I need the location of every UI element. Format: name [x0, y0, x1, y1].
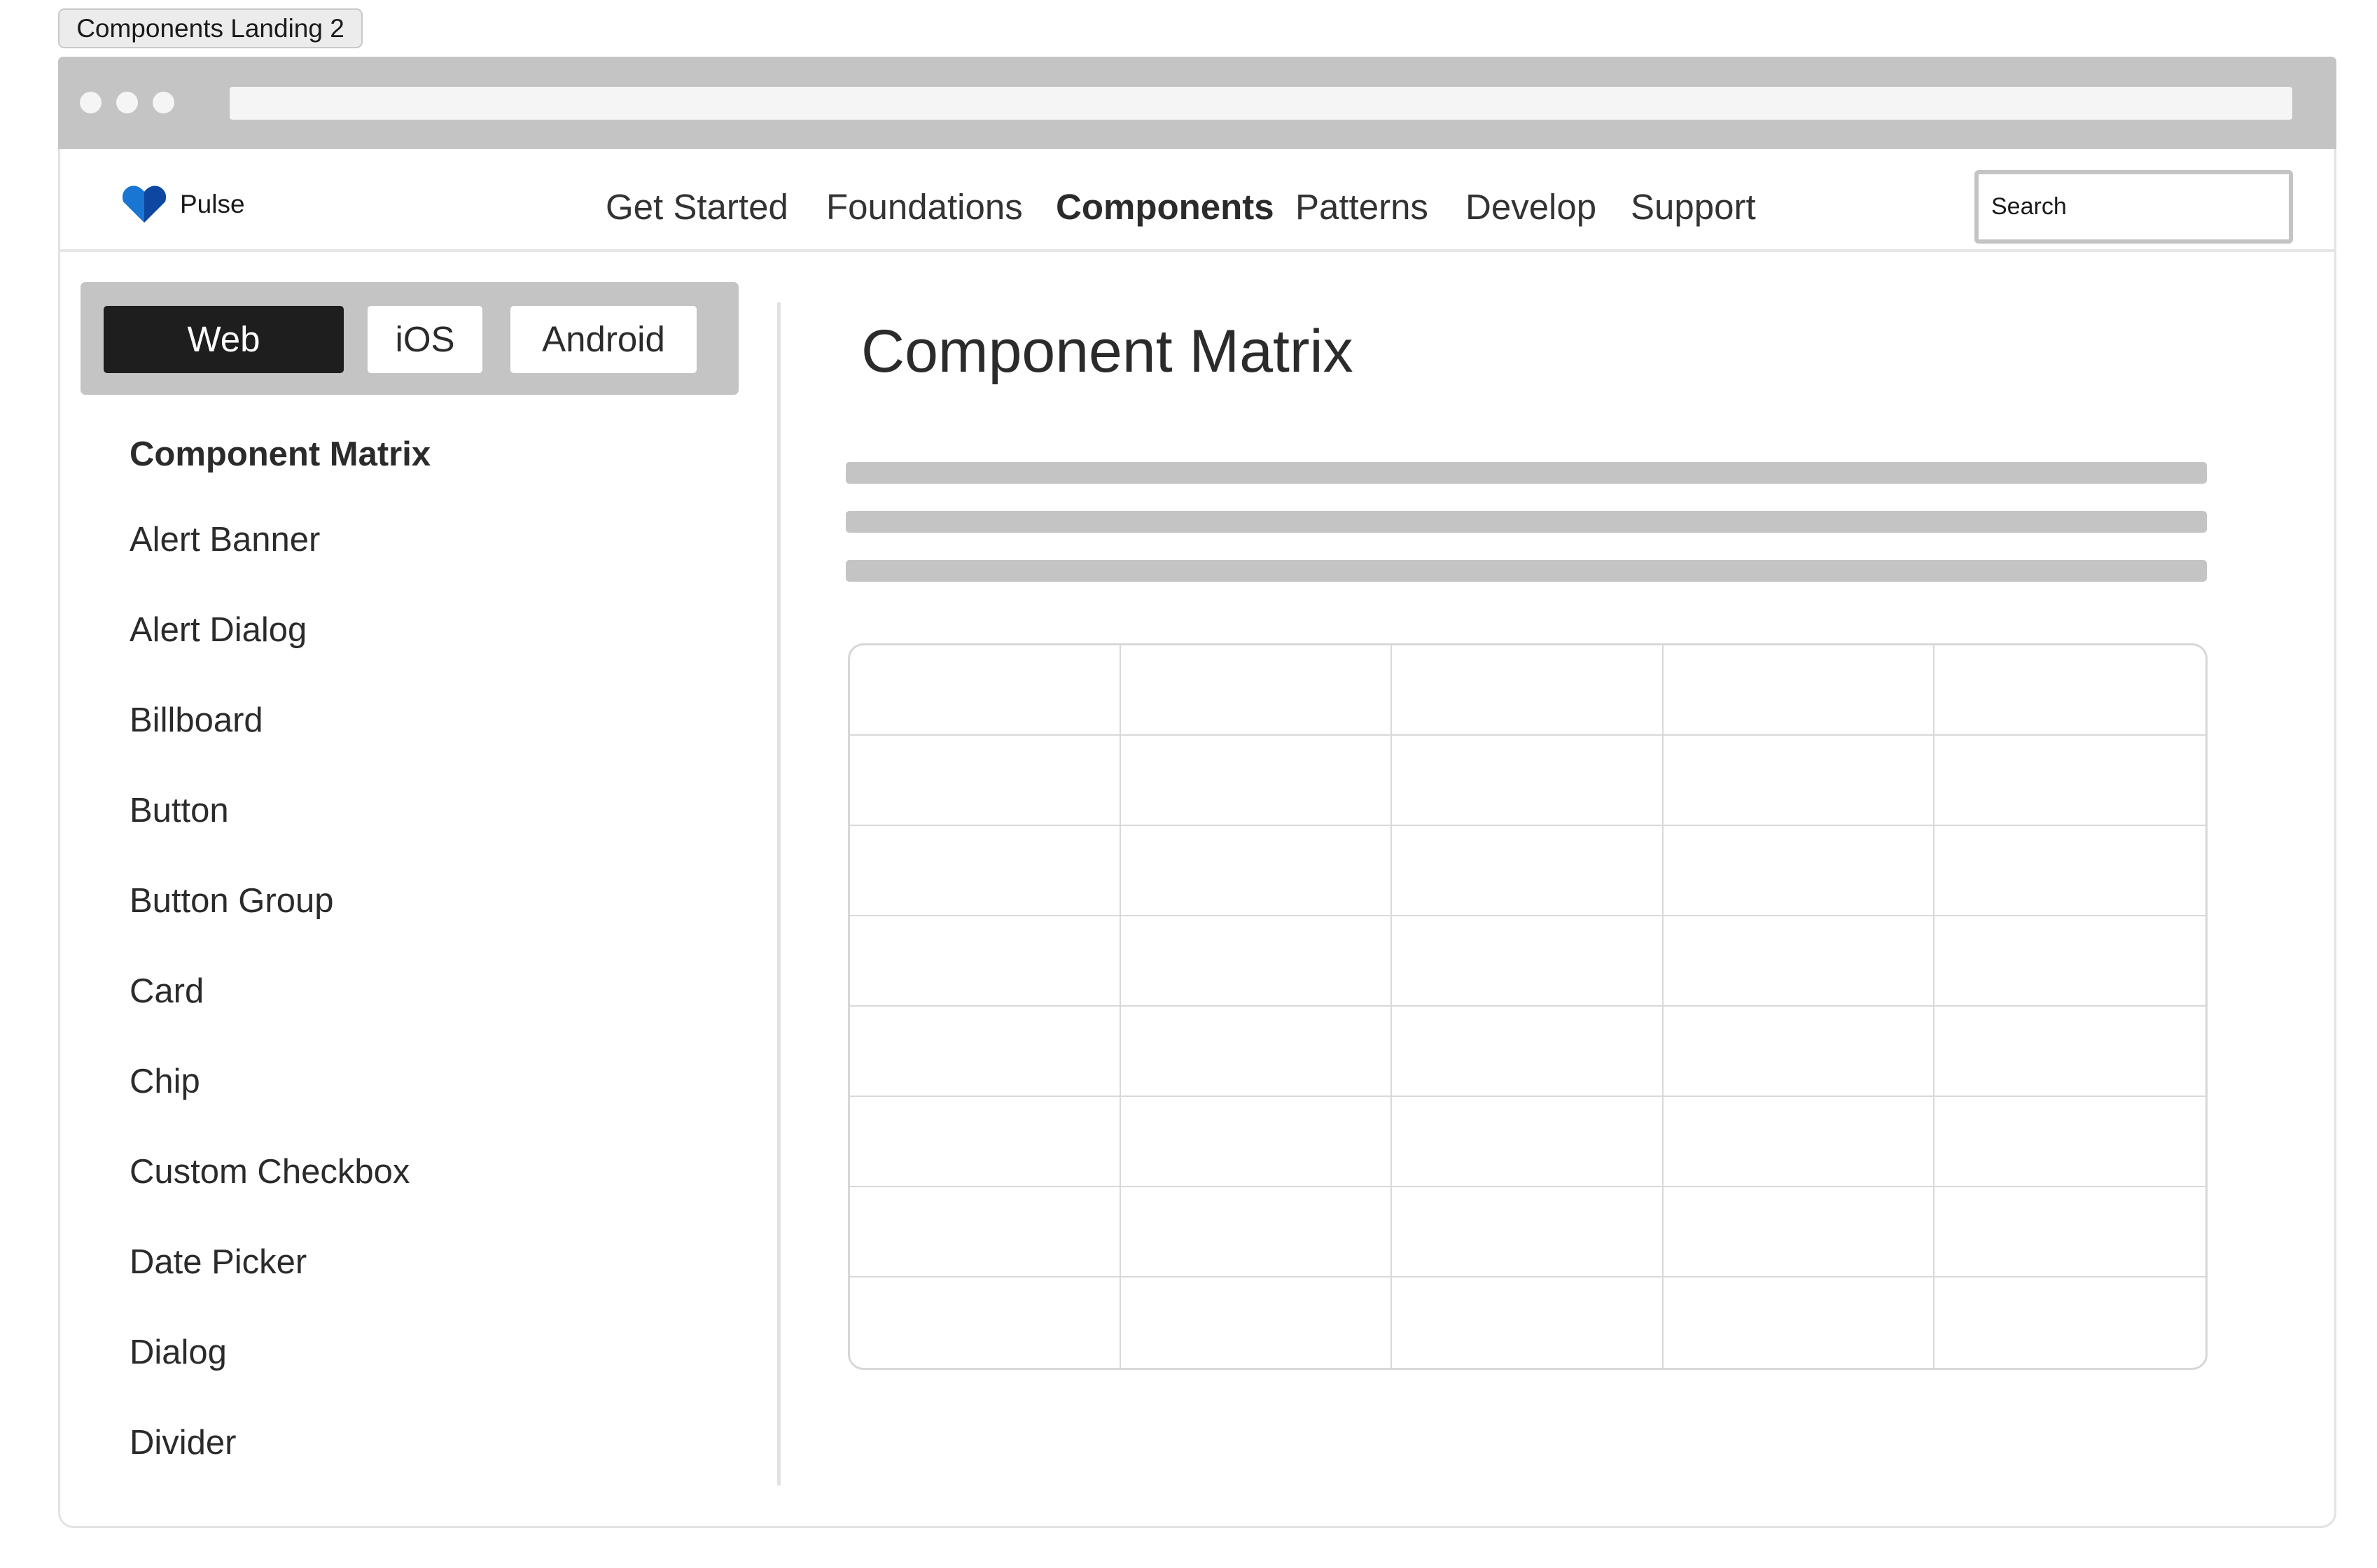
address-bar[interactable]: [230, 87, 2292, 120]
matrix-cell: [1934, 1187, 2205, 1278]
page-title: Component Matrix: [861, 318, 1353, 385]
sidebar-item-button[interactable]: Button: [130, 788, 229, 833]
sidebar-item-card[interactable]: Card: [130, 969, 204, 1014]
platform-switcher: Web iOS Android: [81, 282, 739, 395]
matrix-cell: [1392, 645, 1664, 736]
matrix-cell: [1934, 916, 2205, 1007]
matrix-cell: [1934, 1007, 2205, 1097]
matrix-cell: [1392, 1097, 1664, 1187]
matrix-cell: [1121, 736, 1393, 826]
matrix-cell: [1392, 826, 1664, 916]
matrix-cell: [1663, 1097, 1935, 1187]
sidebar-item-dialog[interactable]: Dialog: [130, 1330, 227, 1375]
matrix-cell: [1664, 1278, 1935, 1368]
platform-tab-ios[interactable]: iOS: [368, 306, 482, 373]
nav-support[interactable]: Support: [1631, 183, 1756, 231]
sidebar-item-alert-banner[interactable]: Alert Banner: [130, 517, 320, 562]
matrix-cell: [850, 916, 1122, 1007]
matrix-cell: [850, 1187, 1122, 1278]
matrix-cell: [1663, 645, 1935, 736]
matrix-cell: [1934, 1097, 2205, 1187]
sidebar-item-date-picker[interactable]: Date Picker: [130, 1240, 307, 1284]
matrix-cell: [1121, 1007, 1393, 1097]
matrix-cell: [1663, 736, 1935, 826]
sidebar-item-component-matrix[interactable]: Component Matrix: [130, 432, 431, 477]
platform-tab-web[interactable]: Web: [104, 306, 344, 373]
matrix-cell: [1934, 736, 2205, 826]
window-dot-icon: [153, 92, 174, 113]
window-dot-icon: [80, 92, 102, 113]
nav-patterns[interactable]: Patterns: [1295, 183, 1428, 231]
text-placeholder-line: [846, 511, 2207, 533]
matrix-cell: [1934, 826, 2205, 916]
matrix-cell: [850, 1278, 1122, 1368]
matrix-cell: [850, 1097, 1122, 1187]
matrix-cell: [1121, 826, 1393, 916]
matrix-cell: [1392, 916, 1664, 1007]
sidebar-divider: [777, 302, 781, 1485]
header-divider: [58, 249, 2336, 252]
nav-develop[interactable]: Develop: [1465, 183, 1596, 231]
matrix-cell: [1663, 916, 1935, 1007]
matrix-cell: [850, 645, 1122, 736]
matrix-cell: [1392, 1007, 1664, 1097]
text-placeholder-line: [846, 462, 2207, 484]
frame-label: Components Landing 2: [58, 8, 363, 48]
matrix-cell: [1392, 1187, 1664, 1278]
matrix-cell: [1121, 645, 1393, 736]
sidebar-item-alert-dialog[interactable]: Alert Dialog: [130, 608, 307, 652]
matrix-cell: [1392, 1278, 1664, 1368]
brand-name[interactable]: Pulse: [180, 188, 245, 221]
sidebar-item-button-group[interactable]: Button Group: [130, 878, 333, 923]
sidebar-item-chip[interactable]: Chip: [130, 1059, 200, 1104]
window-dot-icon: [116, 92, 138, 113]
search-input[interactable]: Search: [1974, 170, 2293, 244]
platform-tab-android[interactable]: Android: [510, 306, 697, 373]
matrix-cell: [850, 1007, 1122, 1097]
browser-chrome: [58, 57, 2336, 149]
sidebar-item-divider[interactable]: Divider: [130, 1420, 236, 1465]
nav-components[interactable]: Components: [1056, 183, 1274, 231]
component-matrix-table: [848, 643, 2208, 1370]
matrix-cell: [1121, 1187, 1393, 1278]
sidebar-item-custom-checkbox[interactable]: Custom Checkbox: [130, 1149, 410, 1194]
text-placeholder-line: [846, 560, 2207, 582]
matrix-cell: [850, 736, 1122, 826]
matrix-cell: [1935, 1278, 2205, 1368]
heart-logo-icon[interactable]: [120, 183, 168, 224]
sidebar-item-billboard[interactable]: Billboard: [130, 698, 263, 743]
matrix-cell: [1392, 736, 1664, 826]
matrix-cell: [850, 826, 1122, 916]
matrix-cell: [1121, 1097, 1393, 1187]
matrix-cell: [1121, 916, 1393, 1007]
matrix-cell: [1121, 1278, 1393, 1368]
matrix-cell: [1663, 1187, 1935, 1278]
matrix-cell: [1663, 826, 1935, 916]
nav-foundations[interactable]: Foundations: [826, 183, 1023, 231]
matrix-cell: [1663, 1007, 1935, 1097]
matrix-cell: [1934, 645, 2205, 736]
nav-get-started[interactable]: Get Started: [606, 183, 788, 231]
